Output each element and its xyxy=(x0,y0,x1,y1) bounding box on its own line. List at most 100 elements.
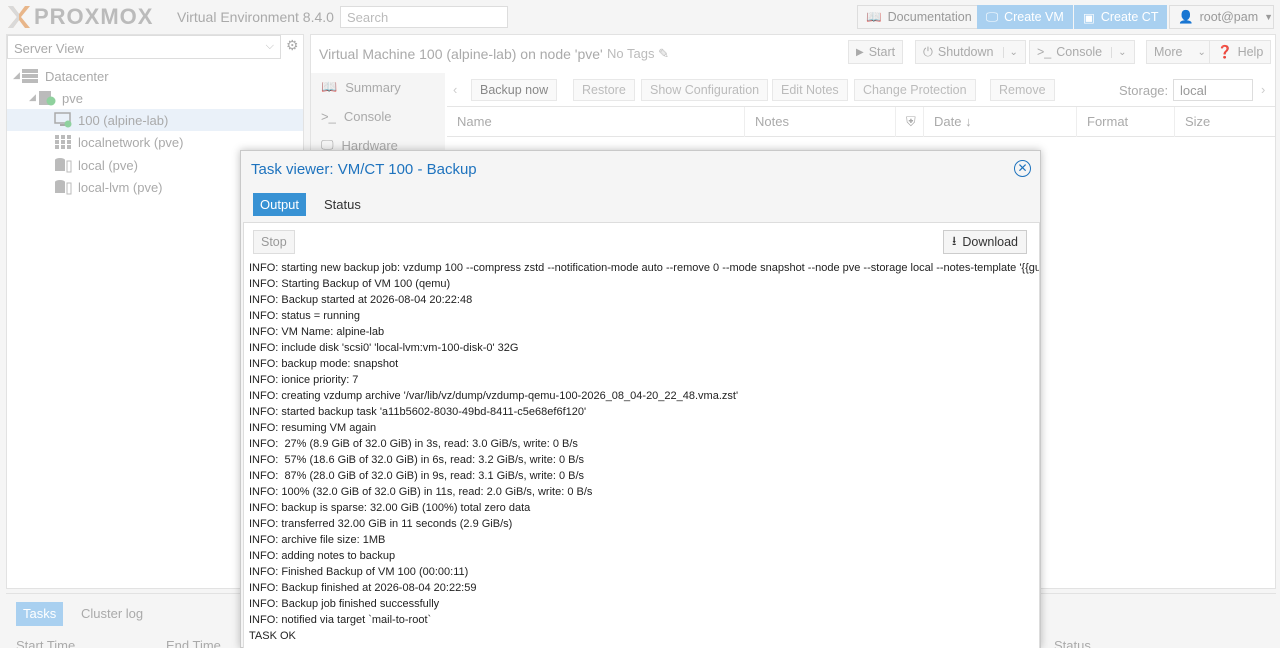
proxmox-x-icon xyxy=(8,6,30,28)
collapse-pve-icon[interactable]: ◢ xyxy=(29,92,36,103)
log-line: INFO: Backup job finished successfully xyxy=(249,598,440,610)
chevron-left-icon[interactable]: ‹ xyxy=(453,82,457,97)
show-configuration-button[interactable]: Show Configuration xyxy=(641,79,769,101)
tags-editor[interactable]: No Tags ✎ xyxy=(607,46,669,62)
monitor-icon: 🖵 xyxy=(986,9,999,24)
gear-icon[interactable]: ⚙ xyxy=(286,37,302,57)
column-status[interactable]: Status xyxy=(1054,638,1091,648)
chevron-down-icon: ⌵ xyxy=(265,40,274,52)
shutdown-button[interactable]: ⏻ Shutdown ⌄ xyxy=(915,40,1026,64)
log-line: INFO: Starting Backup of VM 100 (qemu) xyxy=(249,278,451,290)
start-button[interactable]: ▶ Start xyxy=(848,40,904,64)
question-icon: ❓ xyxy=(1217,44,1233,59)
more-button[interactable]: More ⌄ xyxy=(1146,40,1214,64)
close-icon[interactable]: ✕ xyxy=(1014,160,1031,177)
create-vm-button[interactable]: 🖵 Create VM xyxy=(977,5,1073,29)
stop-button[interactable]: Stop xyxy=(253,230,295,254)
terminal-icon: >_ xyxy=(321,108,336,124)
tab-cluster-log[interactable]: Cluster log xyxy=(74,602,150,626)
tree-item-vm-100[interactable]: 100 (alpine-lab) xyxy=(7,109,303,131)
storage-label: Storage: xyxy=(1119,83,1169,98)
chevron-down-icon[interactable]: ⌄ xyxy=(1002,46,1018,58)
change-protection-button[interactable]: Change Protection xyxy=(854,79,976,101)
help-button[interactable]: ❓ Help xyxy=(1209,40,1272,64)
user-icon: 👤 xyxy=(1178,9,1194,24)
user-menu-button[interactable]: 👤 root@pam ▼ xyxy=(1169,5,1274,29)
log-line: INFO: starting new backup job: vzdump 10… xyxy=(249,262,1039,274)
console-button[interactable]: >_ Console ⌄ xyxy=(1029,40,1135,64)
book-icon: 📖 xyxy=(321,79,338,94)
task-log-output[interactable]: INFO: starting new backup job: vzdump 10… xyxy=(249,260,1039,648)
nav-summary[interactable]: 📖 Summary xyxy=(311,73,445,101)
tab-tasks[interactable]: Tasks xyxy=(16,602,64,626)
log-line: INFO: include disk 'scsi0' 'local-lvm:vm… xyxy=(249,342,519,354)
tree-item-pve[interactable]: pve xyxy=(38,87,83,109)
chevron-right-icon[interactable]: › xyxy=(1261,82,1265,97)
shield-icon[interactable]: ⛨ xyxy=(896,107,924,137)
log-line: INFO: notified via target `mail-to-root` xyxy=(249,614,432,626)
restore-button[interactable]: Restore xyxy=(573,79,635,101)
tab-output[interactable]: Output xyxy=(253,193,307,216)
column-start-time[interactable]: Start Time xyxy=(16,638,75,648)
search-input[interactable] xyxy=(340,6,508,28)
proxmox-logo[interactable]: PROXMOX xyxy=(6,4,153,30)
log-line: INFO: backup is sparse: 32.00 GiB (100%)… xyxy=(249,502,531,514)
sort-down-icon: ↓ xyxy=(965,114,972,129)
nav-console[interactable]: >_ Console xyxy=(311,102,445,130)
download-button[interactable]: ⭳ Download xyxy=(943,230,1027,254)
edit-notes-button[interactable]: Edit Notes xyxy=(772,79,848,101)
storage-icon xyxy=(55,180,72,195)
log-line: INFO: 87% (28.0 GiB of 32.0 GiB) in 9s, … xyxy=(249,470,585,482)
network-icon xyxy=(55,135,71,149)
top-header: PROXMOX Virtual Environment 8.4.0 📖 Docu… xyxy=(0,0,1280,34)
log-line: INFO: archive file size: 1MB xyxy=(249,534,386,546)
storage-icon xyxy=(55,158,72,173)
backup-now-button[interactable]: Backup now xyxy=(471,79,558,101)
pencil-icon: ✎ xyxy=(658,46,669,61)
dialog-title: Task viewer: VM/CT 100 - Backup xyxy=(251,161,477,178)
task-viewer-dialog: Task viewer: VM/CT 100 - Backup ✕ Output… xyxy=(240,150,1041,648)
remove-button[interactable]: Remove xyxy=(990,79,1055,101)
server-view-select[interactable]: Server View ⌵ xyxy=(7,35,281,59)
cube-icon: ▣ xyxy=(1083,10,1095,25)
column-end-time[interactable]: End Time xyxy=(166,638,221,648)
column-size[interactable]: Size xyxy=(1175,107,1275,137)
terminal-icon: >_ xyxy=(1037,45,1052,59)
column-format[interactable]: Format xyxy=(1077,107,1175,137)
log-line: INFO: VM Name: alpine-lab xyxy=(249,326,385,338)
backup-toolbar: ‹ Backup now Restore Show Configuration … xyxy=(447,73,1275,107)
column-date[interactable]: Date ↓ xyxy=(924,107,1077,137)
column-name[interactable]: Name xyxy=(447,107,745,137)
log-line: INFO: resuming VM again xyxy=(249,422,377,434)
create-ct-button[interactable]: ▣ Create CT xyxy=(1074,5,1168,29)
download-icon: ⭳ xyxy=(952,233,957,248)
log-line: INFO: ionice priority: 7 xyxy=(249,374,359,386)
log-line: INFO: status = running xyxy=(249,310,360,322)
log-line: INFO: adding notes to backup xyxy=(249,550,396,562)
tree-item-datacenter[interactable]: Datacenter xyxy=(21,65,109,87)
log-line: INFO: 57% (18.6 GiB of 32.0 GiB) in 6s, … xyxy=(249,454,585,466)
collapse-datacenter-icon[interactable]: ◢ xyxy=(13,70,20,81)
log-line: INFO: transferred 32.00 GiB in 11 second… xyxy=(249,518,513,530)
log-line: INFO: backup mode: snapshot xyxy=(249,358,399,370)
log-line: INFO: Backup started at 2026-08-04 20:22… xyxy=(249,294,473,306)
log-line: INFO: 100% (32.0 GiB of 32.0 GiB) in 11s… xyxy=(249,486,593,498)
log-line: TASK OK xyxy=(249,630,296,642)
storage-select[interactable]: local xyxy=(1173,79,1253,101)
log-line: INFO: 27% (8.9 GiB of 32.0 GiB) in 3s, r… xyxy=(249,438,578,450)
column-notes[interactable]: Notes xyxy=(745,107,896,137)
brand-name: PROXMOX xyxy=(34,4,154,29)
output-panel: Stop ⭳ Download INFO: starting new backu… xyxy=(243,222,1040,648)
tree-item-localnetwork[interactable]: localnetwork (pve) xyxy=(54,131,184,153)
power-icon: ⏻ xyxy=(923,44,933,59)
chevron-down-icon: ⌄ xyxy=(1197,46,1206,58)
tree-item-local[interactable]: local (pve) xyxy=(54,154,138,176)
log-line: INFO: started backup task 'a11b5602-8030… xyxy=(249,406,587,418)
documentation-button[interactable]: 📖 Documentation xyxy=(857,5,981,29)
play-icon: ▶ xyxy=(856,46,864,58)
tree-item-local-lvm[interactable]: local-lvm (pve) xyxy=(54,176,163,198)
node-icon xyxy=(39,91,56,106)
log-line: INFO: Backup finished at 2026-08-04 20:2… xyxy=(249,582,477,594)
tab-status[interactable]: Status xyxy=(317,193,368,216)
chevron-down-icon[interactable]: ⌄ xyxy=(1111,46,1127,58)
